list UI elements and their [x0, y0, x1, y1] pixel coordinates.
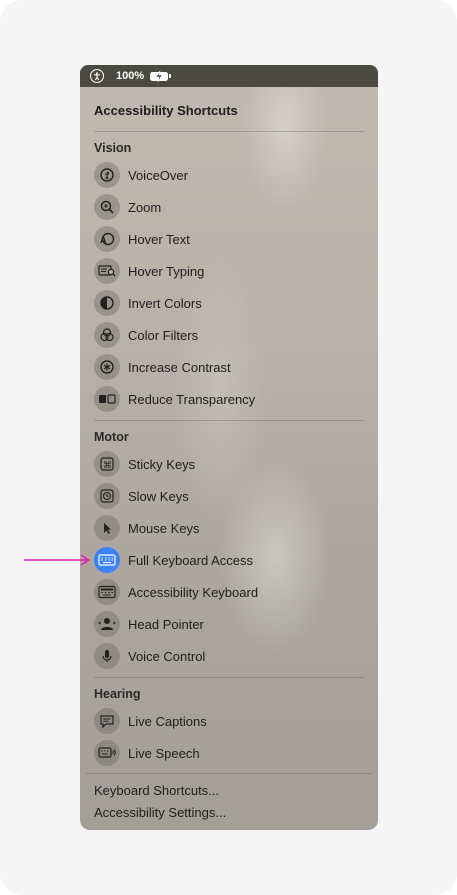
section-heading-hearing: Hearing: [94, 687, 141, 701]
menu-item-label: Increase Contrast: [128, 359, 231, 375]
hover-typing-icon: [94, 258, 120, 284]
menu-item-zoom[interactable]: Zoom: [94, 193, 364, 221]
hover-text-icon: A: [94, 226, 120, 252]
menu-item-sticky-keys[interactable]: ⌘ Sticky Keys: [94, 450, 364, 478]
menu-item-label: Zoom: [128, 199, 162, 215]
voiceover-icon: [94, 162, 120, 188]
pointer-arrow-annotation: [24, 554, 90, 566]
menu-item-mouse-keys[interactable]: Mouse Keys: [94, 514, 364, 542]
menu-item-label: Live Speech: [128, 745, 200, 761]
menu-item-increase-contrast[interactable]: Increase Contrast: [94, 353, 364, 381]
menu-bar: 100%: [80, 65, 378, 87]
menu-item-slow-keys[interactable]: Slow Keys: [94, 482, 364, 510]
divider: [94, 131, 364, 132]
battery-percent: 100%: [116, 70, 145, 82]
menu-item-voiceover[interactable]: VoiceOver: [94, 161, 364, 189]
microphone-icon: [94, 643, 120, 669]
slow-keys-icon: [94, 483, 120, 509]
sticky-keys-icon: ⌘: [94, 451, 120, 477]
menu-item-color-filters[interactable]: Color Filters: [94, 321, 364, 349]
menu-item-head-pointer[interactable]: Head Pointer: [94, 610, 364, 638]
accessibility-shortcuts-menu: Accessibility Shortcuts Vision VoiceOver…: [80, 87, 378, 830]
menu-item-accessibility-keyboard[interactable]: Accessibility Keyboard: [94, 578, 364, 606]
menu-item-label: Voice Control: [128, 648, 206, 664]
divider: [86, 773, 372, 774]
menu-item-label: Hover Text: [128, 231, 190, 247]
invert-colors-icon: [94, 290, 120, 316]
menu-item-label: Slow Keys: [128, 488, 189, 504]
menu-item-label: Invert Colors: [128, 295, 202, 311]
divider: [94, 677, 364, 678]
menu-item-invert-colors[interactable]: Invert Colors: [94, 289, 364, 317]
divider: [94, 420, 364, 421]
menu-item-label: Hover Typing: [128, 263, 205, 279]
menu-item-live-speech[interactable]: Live Speech: [94, 739, 364, 767]
menu-item-label: VoiceOver: [128, 167, 188, 183]
menu-item-label: Mouse Keys: [128, 520, 200, 536]
live-captions-icon: [94, 708, 120, 734]
menu-item-label: Live Captions: [128, 713, 207, 729]
section-heading-vision: Vision: [94, 141, 132, 155]
keyboard-icon: [94, 547, 120, 573]
battery-charging-icon[interactable]: [150, 70, 171, 82]
accessibility-keyboard-icon: [94, 579, 120, 605]
head-pointer-icon: [94, 611, 120, 637]
menu-item-label: Sticky Keys: [128, 456, 196, 472]
svg-text:⌘: ⌘: [103, 461, 112, 471]
menu-item-live-captions[interactable]: Live Captions: [94, 707, 364, 735]
menu-title: Accessibility Shortcuts: [94, 103, 238, 118]
live-speech-icon: [94, 740, 120, 766]
menu-item-label: Head Pointer: [128, 616, 204, 632]
section-heading-motor: Motor: [94, 430, 129, 444]
reduce-transparency-icon: [94, 386, 120, 412]
menu-item-label: Full Keyboard Access: [128, 552, 254, 568]
mouse-keys-icon: [94, 515, 120, 541]
accessibility-menu-icon[interactable]: [90, 69, 104, 83]
accessibility-settings-link[interactable]: Accessibility Settings...: [94, 805, 226, 820]
menu-item-hover-text[interactable]: A Hover Text: [94, 225, 364, 253]
menu-item-label: Reduce Transparency: [128, 391, 256, 407]
increase-contrast-icon: [94, 354, 120, 380]
menu-item-label: Accessibility Keyboard: [128, 584, 259, 600]
menu-item-reduce-transparency[interactable]: Reduce Transparency: [94, 385, 364, 413]
menu-item-hover-typing[interactable]: Hover Typing: [94, 257, 364, 285]
menu-item-full-keyboard-access[interactable]: Full Keyboard Access: [94, 546, 364, 574]
menu-item-label: Color Filters: [128, 327, 199, 343]
zoom-icon: [94, 194, 120, 220]
menu-item-voice-control[interactable]: Voice Control: [94, 642, 364, 670]
keyboard-shortcuts-link[interactable]: Keyboard Shortcuts...: [94, 783, 219, 798]
color-filters-icon: [94, 322, 120, 348]
svg-text:A: A: [100, 235, 107, 245]
